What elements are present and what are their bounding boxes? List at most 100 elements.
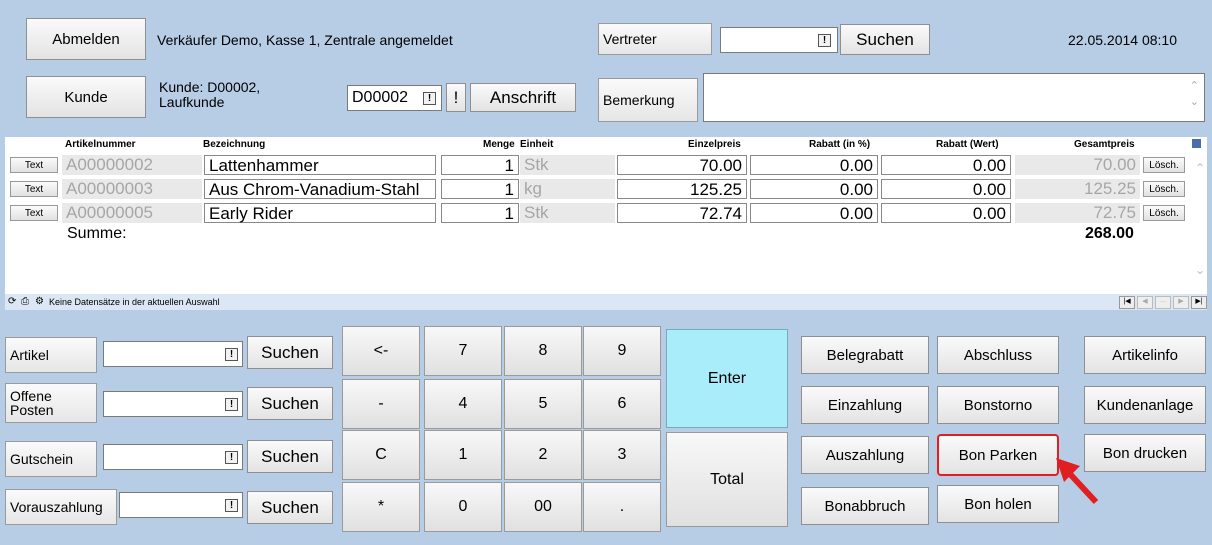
- keypad-0[interactable]: 0: [424, 482, 502, 532]
- sum-label: Summe:: [67, 225, 127, 242]
- next-record-icon[interactable]: ▶: [1173, 296, 1189, 309]
- row-einheit: Stk: [520, 203, 615, 223]
- keypad-1[interactable]: 1: [424, 430, 502, 480]
- vertreter-search-button[interactable]: Suchen: [840, 24, 930, 55]
- row-einzelpreis[interactable]: 70.00: [617, 155, 747, 175]
- row-gesamtpreis: 72.75: [1015, 203, 1140, 223]
- artikel-lookup-icon[interactable]: !: [225, 348, 238, 361]
- row-menge[interactable]: 1: [441, 203, 519, 223]
- offene-posten-label: Offene Posten: [5, 383, 97, 423]
- total-button[interactable]: Total: [666, 432, 788, 527]
- vorauszahlung-lookup-icon[interactable]: !: [225, 499, 238, 512]
- keypad-3[interactable]: 3: [583, 430, 661, 480]
- auszahlung-button[interactable]: Auszahlung: [801, 436, 929, 474]
- row-rabatt-wert[interactable]: 0.00: [881, 179, 1011, 199]
- bon-drucken-button[interactable]: Bon drucken: [1084, 434, 1206, 472]
- offene-posten-input[interactable]: !: [103, 391, 243, 417]
- remark-textarea[interactable]: ⌃ ⌄: [703, 73, 1205, 122]
- row-rabatt-pct[interactable]: 0.00: [750, 179, 878, 199]
- artikel-label: Artikel: [5, 337, 97, 373]
- vertreter-lookup-icon[interactable]: !: [818, 34, 831, 47]
- customer-code-input[interactable]: D00002 !: [347, 85, 442, 111]
- page-ellipsis[interactable]: ...: [1155, 296, 1171, 309]
- abschluss-button[interactable]: Abschluss: [937, 336, 1059, 374]
- row-artnr: A00000003: [62, 179, 202, 199]
- row-einheit: Stk: [520, 155, 615, 175]
- bon-holen-button[interactable]: Bon holen: [937, 485, 1059, 523]
- grid-settings-icon[interactable]: [1192, 139, 1201, 148]
- keypad-2[interactable]: 2: [504, 430, 582, 480]
- address-button[interactable]: Anschrift: [470, 83, 576, 112]
- last-record-icon[interactable]: ▶|: [1191, 296, 1207, 309]
- row-text-button[interactable]: Text: [10, 205, 58, 221]
- gutschein-search-button[interactable]: Suchen: [247, 440, 333, 473]
- print-icon[interactable]: ⎙: [21, 296, 29, 307]
- row-delete-button[interactable]: Lösch.: [1143, 181, 1185, 197]
- row-text-button[interactable]: Text: [10, 181, 58, 197]
- col-rabatt-wert: Rabatt (Wert): [936, 139, 999, 150]
- keypad-6[interactable]: 6: [583, 379, 661, 429]
- row-rabatt-wert[interactable]: 0.00: [881, 203, 1011, 223]
- grid-scroll-down-icon[interactable]: ⌄: [1195, 263, 1205, 277]
- prev-record-icon[interactable]: ◀: [1137, 296, 1153, 309]
- row-gesamtpreis: 70.00: [1015, 155, 1140, 175]
- row-bezeichnung[interactable]: Lattenhammer: [204, 155, 436, 175]
- filter-icon[interactable]: ⚙: [35, 296, 44, 307]
- artikel-input[interactable]: !: [103, 341, 243, 367]
- keypad-minus[interactable]: -: [342, 379, 420, 429]
- vorauszahlung-search-button[interactable]: Suchen: [247, 491, 333, 524]
- row-bezeichnung[interactable]: Aus Chrom-Vanadium-Stahl: [204, 179, 436, 199]
- artikelinfo-button[interactable]: Artikelinfo: [1084, 336, 1206, 374]
- refresh-icon[interactable]: ⟳: [8, 296, 16, 307]
- belegrabatt-button[interactable]: Belegrabatt: [801, 336, 929, 374]
- first-record-icon[interactable]: |◀: [1119, 296, 1135, 309]
- keypad-8[interactable]: 8: [504, 326, 582, 376]
- bonabbruch-button[interactable]: Bonabbruch: [801, 487, 929, 525]
- record-navbar: ⟳ ⎙ ⚙ Keine Datensätze in der aktuellen …: [5, 294, 1207, 310]
- row-einzelpreis[interactable]: 125.25: [617, 179, 747, 199]
- row-menge[interactable]: 1: [441, 155, 519, 175]
- logout-button[interactable]: Abmelden: [26, 18, 146, 60]
- offene-posten-lookup-icon[interactable]: !: [225, 398, 238, 411]
- bon-parken-button[interactable]: Bon Parken: [937, 434, 1059, 476]
- row-bezeichnung[interactable]: Early Rider: [204, 203, 436, 223]
- bonstorno-button[interactable]: Bonstorno: [937, 386, 1059, 424]
- keypad-4[interactable]: 4: [424, 379, 502, 429]
- row-menge[interactable]: 1: [441, 179, 519, 199]
- keypad-star[interactable]: *: [342, 482, 420, 532]
- keypad-00[interactable]: 00: [504, 482, 582, 532]
- gutschein-lookup-icon[interactable]: !: [225, 451, 238, 464]
- annotation-arrow-icon: [1056, 458, 1099, 505]
- artikel-search-button[interactable]: Suchen: [247, 336, 333, 369]
- keypad-9[interactable]: 9: [583, 326, 661, 376]
- kundenanlage-button[interactable]: Kundenanlage: [1084, 386, 1206, 424]
- customer-alert-button[interactable]: !: [446, 83, 466, 112]
- gutschein-label: Gutschein: [5, 441, 97, 477]
- row-rabatt-wert[interactable]: 0.00: [881, 155, 1011, 175]
- vertreter-input[interactable]: !: [720, 27, 838, 53]
- row-delete-button[interactable]: Lösch.: [1143, 157, 1185, 173]
- row-einzelpreis[interactable]: 72.74: [617, 203, 747, 223]
- keypad-clear[interactable]: C: [342, 430, 420, 480]
- enter-button[interactable]: Enter: [666, 329, 788, 428]
- keypad-dot[interactable]: .: [583, 482, 661, 532]
- offene-posten-search-button[interactable]: Suchen: [247, 387, 333, 420]
- row-delete-button[interactable]: Lösch.: [1143, 205, 1185, 221]
- customer-button[interactable]: Kunde: [26, 76, 146, 118]
- vorauszahlung-input[interactable]: !: [119, 492, 243, 518]
- einzahlung-button[interactable]: Einzahlung: [801, 386, 929, 424]
- gutschein-input[interactable]: !: [103, 444, 243, 470]
- col-gesamtpreis: Gesamtpreis: [1074, 139, 1135, 150]
- keypad-backspace[interactable]: <-: [342, 326, 420, 376]
- row-text-button[interactable]: Text: [10, 157, 58, 173]
- keypad-5[interactable]: 5: [504, 379, 582, 429]
- article-grid: Artikelnummer Bezeichnung Menge Einheit …: [5, 137, 1207, 294]
- customer-code-value: D00002: [352, 89, 409, 106]
- vorauszahlung-label: Vorauszahlung: [5, 489, 117, 525]
- row-rabatt-pct[interactable]: 0.00: [750, 155, 878, 175]
- keypad-7[interactable]: 7: [424, 326, 502, 376]
- row-rabatt-pct[interactable]: 0.00: [750, 203, 878, 223]
- customer-lookup-icon[interactable]: !: [423, 92, 436, 105]
- grid-scroll-up-icon[interactable]: ⌃: [1195, 161, 1205, 175]
- remark-scroll-icon[interactable]: ⌃ ⌄: [1190, 78, 1199, 110]
